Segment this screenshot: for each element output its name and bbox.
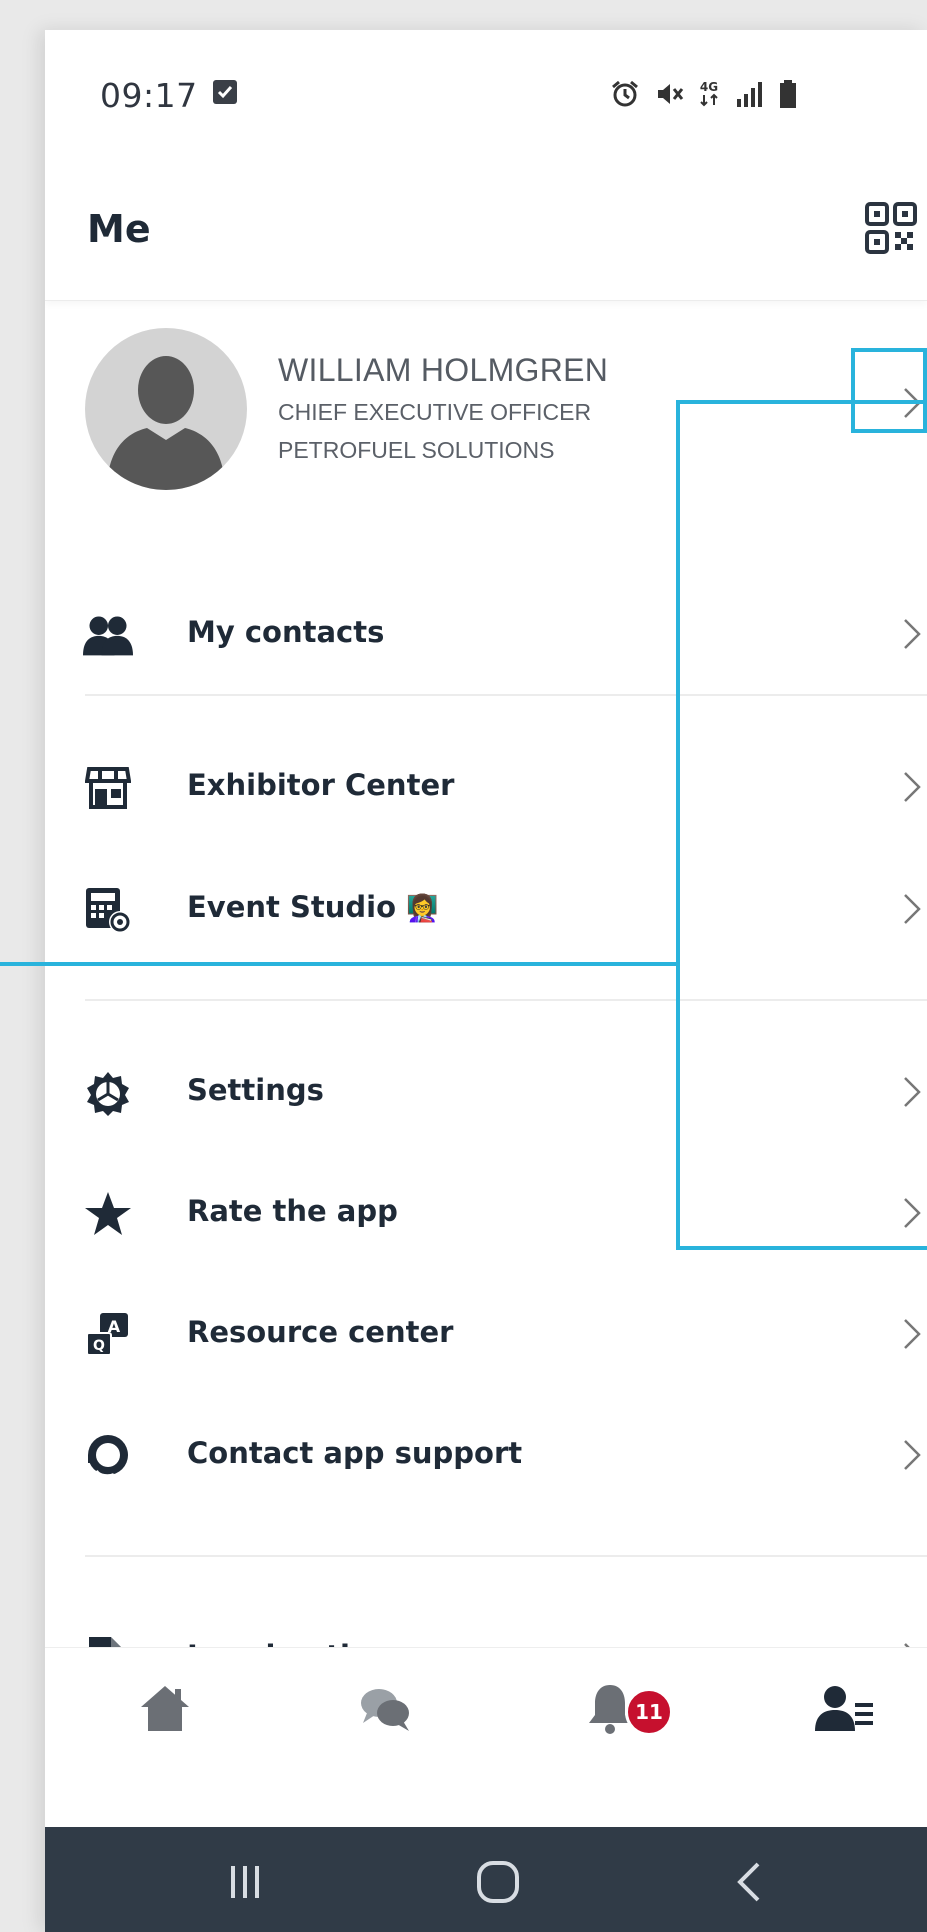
menu-label-event-studio: Event Studio 👩‍🏫 [187, 890, 439, 924]
profile-name: WILLIAM HOLMGREN [278, 352, 609, 388]
contacts-icon [83, 611, 133, 659]
menu-label-settings: Settings [187, 1073, 324, 1107]
menu-label-my-contacts: My contacts [187, 615, 385, 649]
svg-text:Q: Q [93, 1338, 105, 1354]
divider [85, 1555, 927, 1557]
avatar-placeholder-icon [107, 356, 225, 490]
recent-apps-icon [231, 1866, 259, 1898]
menu-label-contact-app-support: Contact app support [187, 1436, 523, 1470]
calculator-gear-icon [83, 886, 133, 934]
nav-chat-button[interactable] [350, 1673, 420, 1743]
menu-label-resource-center: Resource center [187, 1315, 454, 1349]
status-bar: 09:17 4G [45, 30, 927, 160]
checkbox-notification-icon [213, 80, 237, 104]
network-label: 4G [699, 80, 719, 94]
recent-apps-button[interactable] [215, 1852, 275, 1912]
headset-icon [83, 1432, 133, 1480]
chevron-right-icon [904, 1198, 921, 1228]
home-icon [141, 1686, 189, 1731]
network-type-icon: 4G [698, 81, 720, 107]
divider [85, 999, 927, 1001]
menu-item-my-contacts[interactable]: My contacts [45, 583, 927, 683]
menu-item-exhibitor-center[interactable]: Exhibitor Center [45, 736, 927, 836]
battery-icon [780, 80, 796, 108]
storefront-icon [83, 764, 133, 812]
chat-icon [361, 1689, 409, 1731]
system-nav-bar [45, 1827, 927, 1932]
home-circle-icon [477, 1861, 519, 1903]
signal-icon [737, 82, 762, 107]
profile-menu-icon [815, 1686, 873, 1731]
phone-screen: 09:17 4G Me WILLIAM HOLMGREN CHIEF EXECU… [45, 30, 927, 1932]
chevron-right-icon [904, 619, 921, 649]
menu-item-resource-center[interactable]: A Q Resource center [45, 1283, 927, 1383]
nav-home-button[interactable] [130, 1673, 200, 1743]
menu-item-event-studio[interactable]: Event Studio 👩‍🏫 [45, 858, 927, 958]
chevron-right-icon [904, 1440, 921, 1470]
mute-icon [658, 84, 684, 104]
chevron-right-icon [904, 894, 921, 924]
profile-company: PETROFUEL SOLUTIONS [278, 437, 555, 463]
chevron-right-icon [904, 772, 921, 802]
home-system-button[interactable] [468, 1852, 528, 1912]
back-system-button[interactable] [720, 1852, 780, 1912]
teacher-emoji: 👩‍🏫 [406, 894, 439, 924]
profile-role: CHIEF EXECUTIVE OFFICER [278, 399, 592, 425]
chevron-right-icon [904, 1319, 921, 1349]
chevron-right-icon [904, 1077, 921, 1107]
menu-item-contact-app-support[interactable]: Contact app support [45, 1404, 927, 1504]
qr-code-button[interactable] [863, 200, 919, 256]
event-studio-text: Event Studio [187, 890, 397, 924]
qr-code-icon [865, 202, 917, 254]
avatar [85, 328, 247, 490]
bottom-nav: 11 [45, 1647, 927, 1768]
notification-badge: 11 [625, 1688, 673, 1736]
menu-item-settings[interactable]: Settings [45, 1041, 927, 1141]
star-icon [83, 1190, 133, 1238]
qa-icon: A Q [83, 1311, 133, 1359]
divider [85, 694, 927, 696]
menu-label-rate-the-app: Rate the app [187, 1194, 398, 1228]
menu-item-rate-the-app[interactable]: Rate the app [45, 1162, 927, 1262]
menu-label-exhibitor-center: Exhibitor Center [187, 768, 455, 802]
gear-icon [83, 1069, 133, 1117]
status-time: 09:17 [100, 76, 198, 115]
status-icons: 4G [610, 78, 798, 110]
back-chevron-icon [737, 1862, 760, 1902]
alarm-icon [612, 80, 638, 107]
app-header: Me [45, 160, 927, 301]
page-title: Me [87, 207, 151, 251]
chevron-right-icon [904, 388, 921, 418]
nav-profile-button[interactable] [810, 1673, 880, 1743]
